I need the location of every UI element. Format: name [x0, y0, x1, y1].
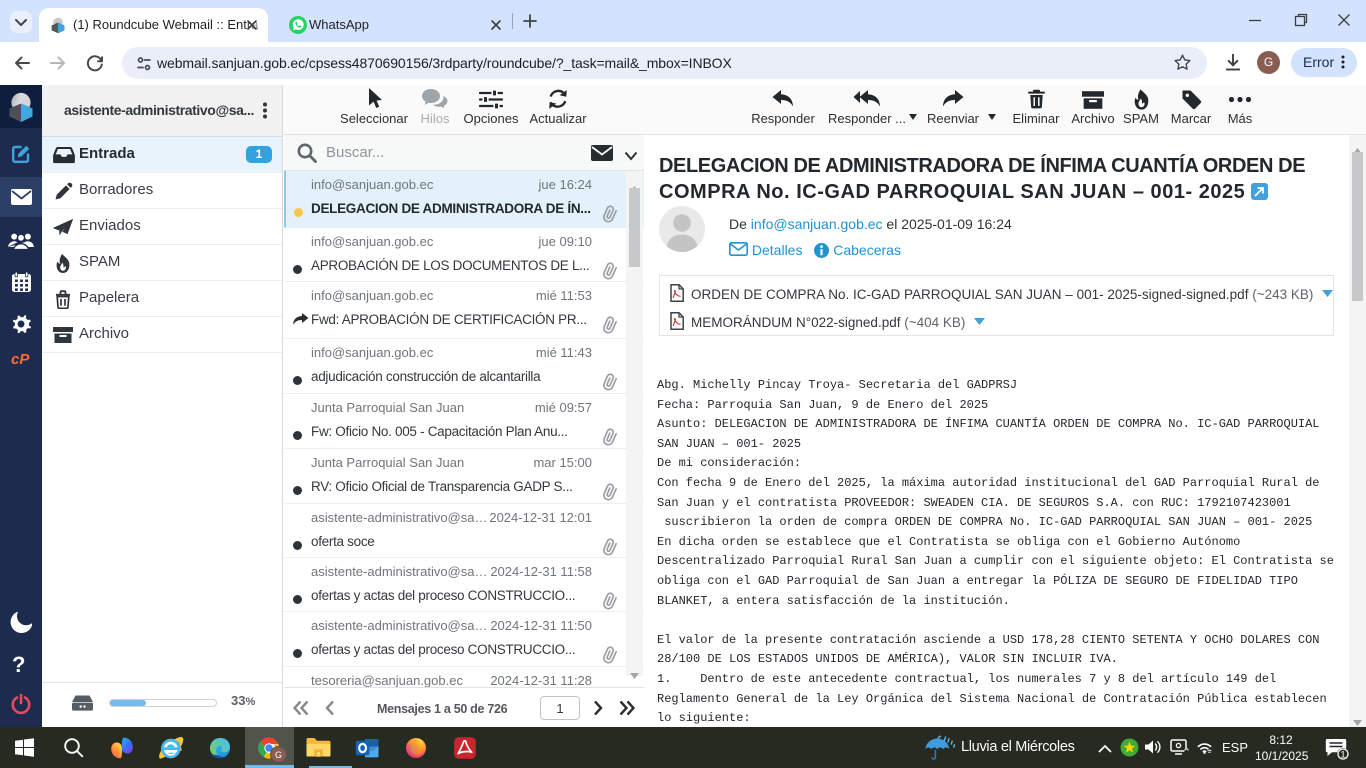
- svg-text:1: 1: [1340, 750, 1345, 761]
